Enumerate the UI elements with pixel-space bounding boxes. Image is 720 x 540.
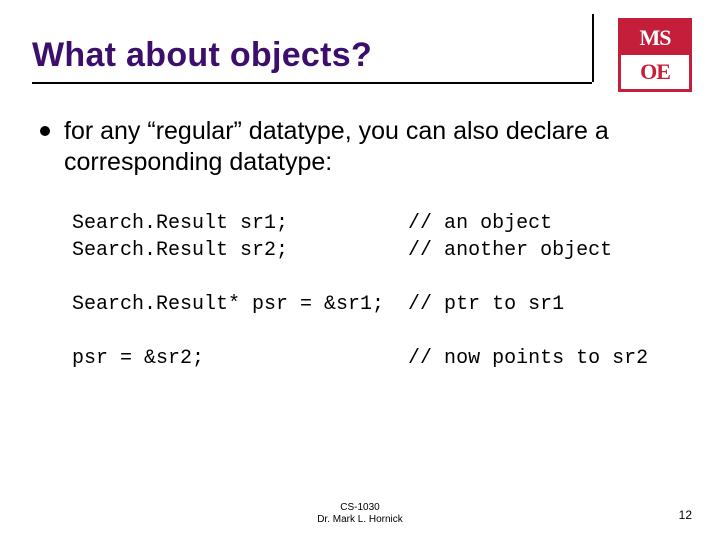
code-block: Search.Result sr1; // an object Search.R… (72, 210, 648, 372)
page-number: 12 (679, 508, 692, 522)
title-underline (32, 82, 592, 84)
logo-bottom: OE (618, 55, 692, 92)
code-line-1: Search.Result sr1; // an object (72, 212, 552, 235)
title-wrap: What about objects? (32, 36, 592, 75)
code-line-4: Search.Result* psr = &sr1; // ptr to sr1 (72, 293, 564, 316)
bullet-block: for any “regular” datatype, you can also… (40, 116, 680, 179)
msoe-logo: MS OE (618, 18, 692, 92)
code-line-6: psr = &sr2; // now points to sr2 (72, 347, 648, 370)
code-line-2: Search.Result sr2; // another object (72, 239, 612, 262)
footer-author: Dr. Mark L. Hornick (0, 514, 720, 526)
bullet-row: for any “regular” datatype, you can also… (40, 116, 680, 179)
header-divider (592, 14, 594, 82)
footer: CS-1030 Dr. Mark L. Hornick (0, 502, 720, 526)
logo-top: MS (618, 18, 692, 55)
bullet-text: for any “regular” datatype, you can also… (64, 116, 680, 179)
slide-title: What about objects? (32, 36, 592, 75)
logo-bottom-text: OE (640, 59, 670, 85)
bullet-icon (40, 126, 50, 136)
logo-top-text: MS (640, 25, 671, 51)
footer-course: CS-1030 (0, 502, 720, 514)
